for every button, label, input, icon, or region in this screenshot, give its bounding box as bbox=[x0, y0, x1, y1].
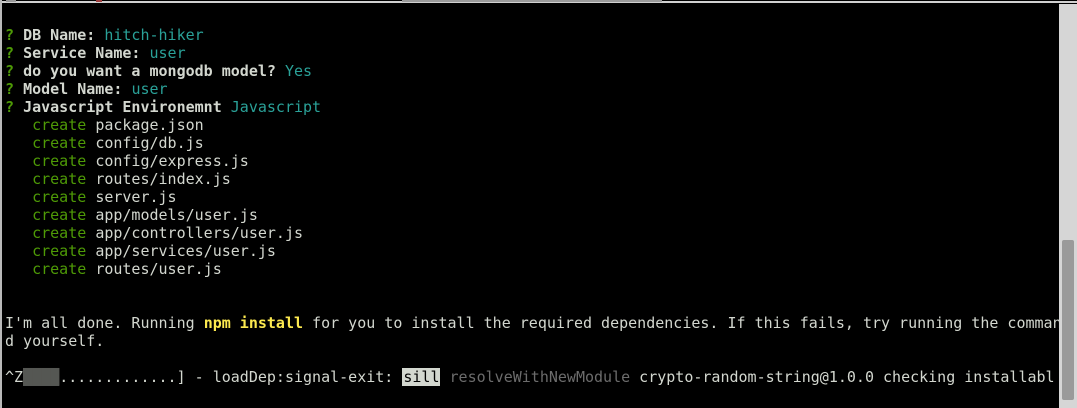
create-keyword: create bbox=[32, 224, 87, 242]
clipped-text-fragment bbox=[6, 0, 16, 2]
create-keyword: create bbox=[32, 260, 87, 278]
create-line: create config/express.js bbox=[5, 152, 1060, 170]
prompt-label: Javascript Environemnt bbox=[23, 98, 222, 116]
created-file-path: routes/user.js bbox=[95, 260, 222, 278]
prompt-answer: hitch-hiker bbox=[104, 26, 204, 44]
prompt-answer: user bbox=[131, 80, 168, 98]
terminal-window: ? DB Name: hitch-hiker ? Service Name: u… bbox=[0, 0, 1077, 408]
create-line: create routes/index.js bbox=[5, 170, 1060, 188]
create-keyword: create bbox=[32, 134, 87, 152]
top-clipped-output bbox=[2, 0, 1077, 3]
clipped-text-fragment bbox=[402, 0, 662, 2]
prompt-marker: ? bbox=[5, 98, 15, 116]
prompt-line: ? Model Name: user bbox=[5, 80, 1060, 98]
done-message-text: for you to install the required dependen… bbox=[303, 314, 1060, 332]
create-keyword: create bbox=[32, 152, 87, 170]
prompt-label: DB Name: bbox=[23, 26, 96, 44]
prompt-line: ? Javascript Environemnt Javascript bbox=[5, 98, 1060, 116]
create-line: create package.json bbox=[5, 116, 1060, 134]
clipped-text-fragment bbox=[96, 0, 102, 2]
progress-bar-filled: ████ bbox=[23, 368, 60, 386]
done-message-line: d yourself. bbox=[5, 332, 1060, 350]
created-file-path: app/services/user.js bbox=[95, 242, 276, 260]
prompt-marker: ? bbox=[5, 62, 15, 80]
prompt-marker: ? bbox=[5, 80, 15, 98]
prompt-answer: Javascript bbox=[230, 98, 322, 116]
log-detail: crypto-random-string@1.0.0 checking inst… bbox=[630, 368, 1055, 386]
scrollbar-thumb[interactable] bbox=[1062, 240, 1074, 400]
created-file-path: config/express.js bbox=[95, 152, 249, 170]
create-line: create app/models/user.js bbox=[5, 206, 1060, 224]
prompt-line: ? do you want a mongodb model? Yes bbox=[5, 62, 1060, 80]
prompt-answer: user bbox=[149, 44, 186, 62]
created-file-path: app/models/user.js bbox=[95, 206, 258, 224]
created-file-path: package.json bbox=[95, 116, 204, 134]
create-line: create app/controllers/user.js bbox=[5, 224, 1060, 242]
create-keyword: create bbox=[32, 242, 87, 260]
done-message-line: I'm all done. Running npm install for yo… bbox=[5, 314, 1060, 332]
prompt-line: ? DB Name: hitch-hiker bbox=[5, 26, 1060, 44]
create-line: create routes/user.js bbox=[5, 260, 1060, 278]
progress-bar-text: .............] - loadDep:signal-exit: bbox=[59, 368, 403, 386]
npm-install-command: npm install bbox=[203, 314, 304, 332]
log-level-badge: sill bbox=[402, 368, 441, 386]
prompt-line: ? Service Name: user bbox=[5, 44, 1060, 62]
ctrl-z-echo: ^Z bbox=[5, 368, 24, 386]
created-file-path: routes/index.js bbox=[95, 170, 231, 188]
created-file-path: app/controllers/user.js bbox=[95, 224, 304, 242]
prompt-marker: ? bbox=[5, 26, 15, 44]
npm-progress-line: ^Z████.............] - loadDep:signal-ex… bbox=[5, 368, 1060, 386]
done-message-text: I'm all done. Running bbox=[5, 314, 204, 332]
create-keyword: create bbox=[32, 170, 87, 188]
log-action: resolveWithNewModule bbox=[449, 368, 631, 386]
created-file-path: config/db.js bbox=[95, 134, 204, 152]
scrollbar[interactable] bbox=[1059, 4, 1077, 408]
create-line: create server.js bbox=[5, 188, 1060, 206]
prompt-label: Model Name: bbox=[23, 80, 123, 98]
done-message-text: d yourself. bbox=[5, 332, 105, 350]
prompt-label: Service Name: bbox=[23, 44, 141, 62]
create-line: create app/services/user.js bbox=[5, 242, 1060, 260]
terminal-output[interactable]: ? DB Name: hitch-hiker ? Service Name: u… bbox=[5, 26, 1060, 406]
create-keyword: create bbox=[32, 116, 87, 134]
create-keyword: create bbox=[32, 206, 87, 224]
create-keyword: create bbox=[32, 188, 87, 206]
prompt-label: do you want a mongodb model? bbox=[23, 62, 276, 80]
prompt-answer: Yes bbox=[284, 62, 313, 80]
create-line: create config/db.js bbox=[5, 134, 1060, 152]
prompt-marker: ? bbox=[5, 44, 15, 62]
created-file-path: server.js bbox=[95, 188, 177, 206]
